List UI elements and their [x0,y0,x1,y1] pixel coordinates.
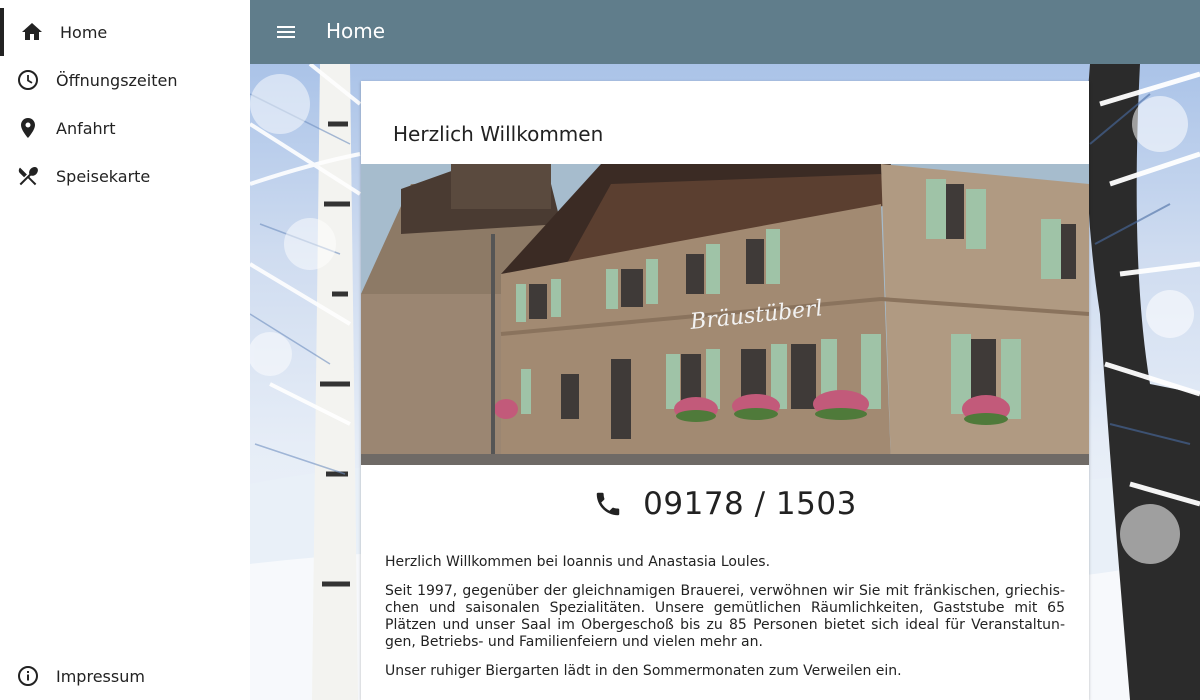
welcome-card: Herzlich Willkommen Bräustüberl 09178 / … [361,81,1089,700]
paragraph: Unser ruhiger Biergarten lädt in den Som… [385,663,902,679]
cutlery-icon [18,166,38,186]
info-icon [18,666,38,686]
sidebar-item-home[interactable]: Home [0,8,250,56]
phone-number-row[interactable]: 09178 / 1503 [361,481,1089,527]
sidebar-item-label: Home [60,22,108,42]
card-title: Herzlich Willkommen [393,122,604,146]
sidebar-item-anfahrt[interactable]: Anfahrt [0,104,250,152]
page-title: Home [326,19,386,43]
sidebar-item-label: Impressum [56,666,145,686]
phone-number[interactable]: 09178 / 1503 [643,486,857,522]
sidebar-item-speisekarte[interactable]: Speisekarte [0,152,250,200]
sidebar-item-label: Speisekarte [56,166,151,186]
top-app-bar: Home [250,0,1200,64]
clock-icon [18,70,38,90]
sidebar-item-label: Öffnungszeiten [56,70,178,90]
map-pin-icon [21,118,35,138]
paragraph: Herzlich Willkommen bei Ioannis und Anas… [385,554,771,570]
welcome-text: Herzlich Willkommen bei Ioannis und Anas… [385,554,1065,692]
sidebar-item-impressum[interactable]: Impressum [0,652,250,700]
phone-icon [596,492,620,516]
sidebar-item-oeffnungszeiten[interactable]: Öffnungszeiten [0,56,250,104]
sidebar-item-label: Anfahrt [56,118,116,138]
home-icon [22,23,42,40]
restaurant-photo: Bräustüberl [361,164,1089,465]
hamburger-menu-icon[interactable] [274,20,298,44]
sidebar: Home Öffnungszeiten Anfahrt Speisekarte … [0,0,250,700]
paragraph: Seit 1997, gegenüber der gleichnamigen B… [385,583,1065,650]
